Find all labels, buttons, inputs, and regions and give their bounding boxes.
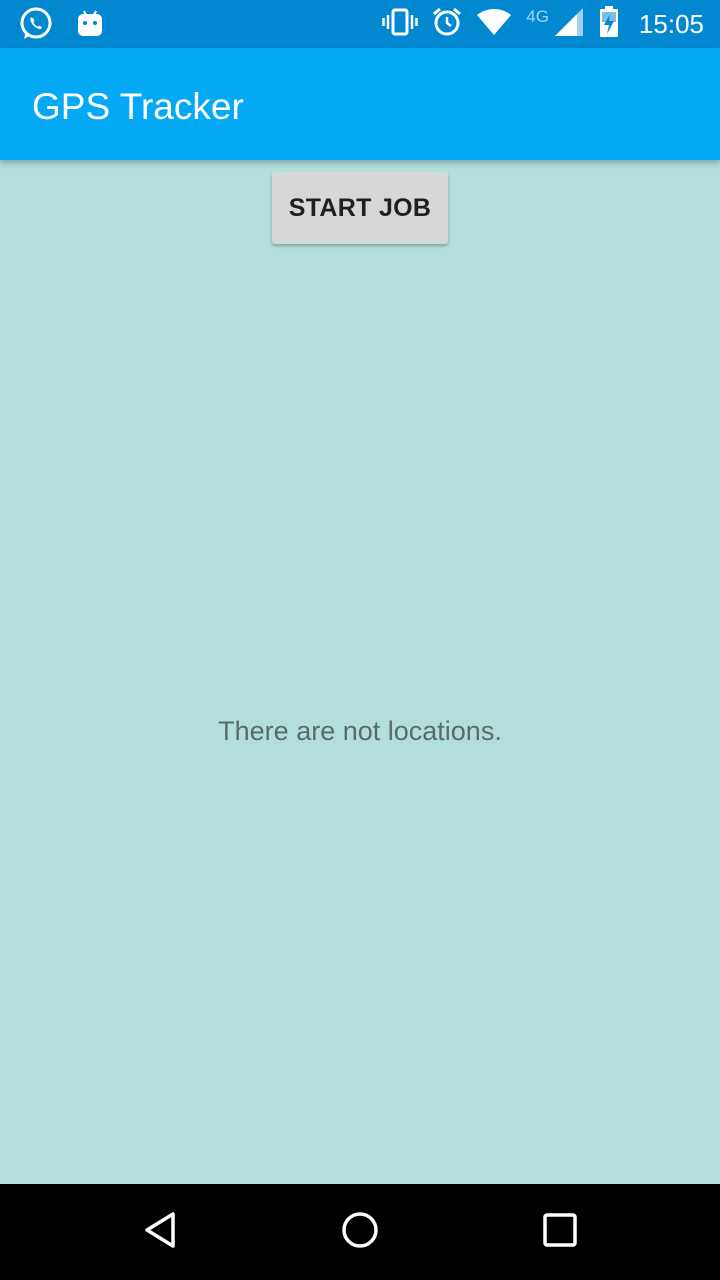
navigation-bar (0, 1184, 720, 1280)
start-job-button[interactable]: START JOB (272, 172, 448, 244)
cell-signal-icon (553, 6, 585, 43)
home-icon (340, 1210, 380, 1255)
recents-button[interactable] (536, 1208, 584, 1256)
empty-locations-message: There are not locations. (218, 716, 502, 746)
home-button[interactable] (336, 1208, 384, 1256)
wifi-icon (476, 8, 512, 41)
vibrate-icon (382, 8, 418, 41)
alarm-icon (432, 7, 462, 42)
battery-charging-icon (599, 5, 619, 43)
system-status-icons: 4G 15:05 (382, 4, 704, 44)
back-button[interactable] (136, 1208, 184, 1256)
notification-icons (18, 6, 104, 47)
back-icon (140, 1210, 180, 1255)
android-icon (76, 8, 104, 45)
network-type-label: 4G (526, 7, 549, 26)
status-time: 15:05 (638, 8, 704, 39)
whatsapp-icon (18, 6, 54, 47)
app-title: GPS Tracker (32, 86, 244, 127)
status-bar: 4G 15:05 (0, 0, 720, 48)
recents-icon (540, 1210, 580, 1255)
main-content: START JOB There are not locations. (0, 160, 720, 1184)
app-bar: GPS Tracker (0, 48, 720, 160)
